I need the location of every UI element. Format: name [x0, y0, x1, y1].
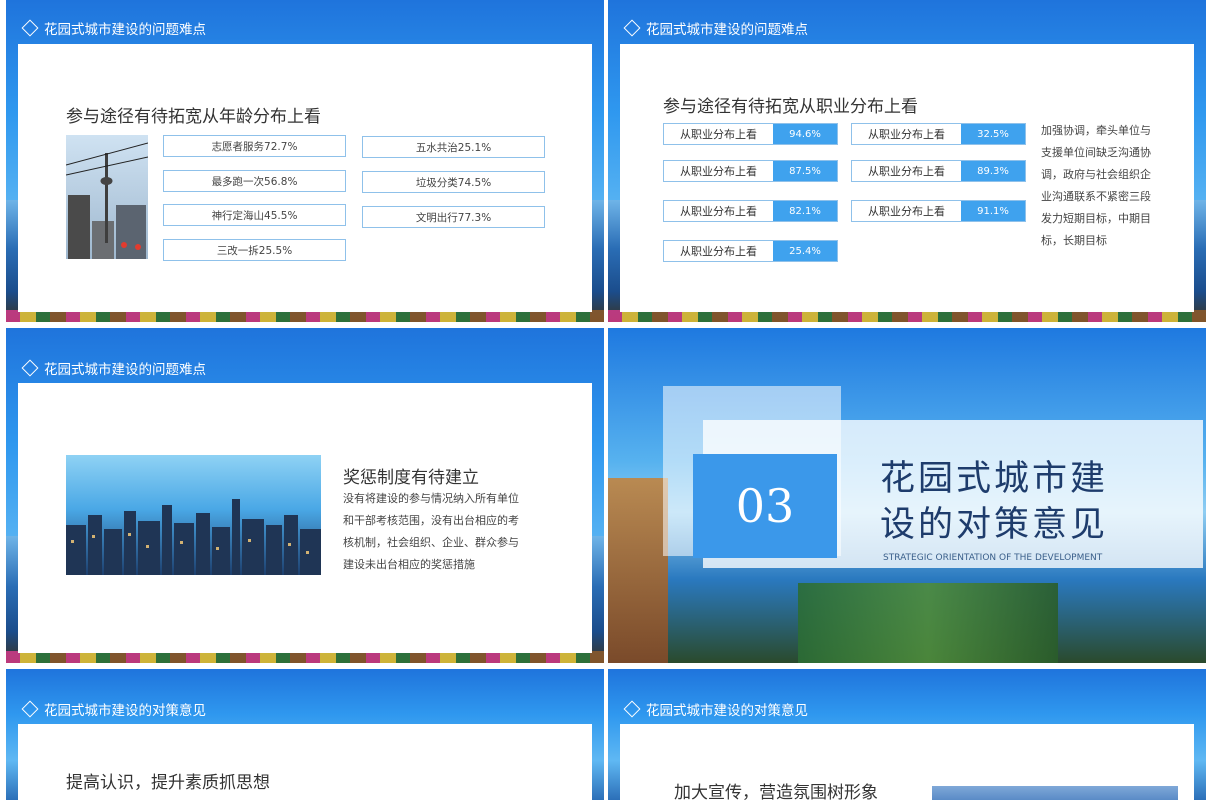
slide-heading: 提高认识，提升素质抓思想	[66, 773, 270, 793]
diamond-icon	[21, 359, 39, 377]
bar-label: 从职业分布上看	[868, 165, 945, 178]
age-item: 最多跑一次56.8%	[163, 170, 346, 192]
occupation-bar: 从职业分布上看 91.1%	[851, 200, 1026, 222]
bar-label: 从职业分布上看	[680, 165, 757, 178]
city-skyline-photo	[66, 455, 321, 575]
text-line: 调，政府与社会组织企	[1041, 168, 1151, 181]
side-description: 加强协调，牵头单位与 支援单位间缺乏沟通协 调，政府与社会组织企 业沟通联系不紧…	[1041, 120, 1165, 252]
slide-title-bar: 花园式城市建设的问题难点	[20, 356, 206, 380]
slide-6[interactable]: 花园式城市建设的对策意见 加大宣传，营造氛围树形象	[608, 669, 1206, 800]
age-item: 志愿者服务72.7%	[163, 135, 346, 157]
slide-3[interactable]: 花园式城市建设的问题难点 奖惩制度有待建立 没有将建设的参与情况纳入所有单位 和…	[6, 328, 604, 663]
slide-heading: 参与途径有待拓宽从职业分布上看	[663, 97, 918, 117]
diamond-icon	[21, 700, 39, 718]
slide-heading: 加大宣传，营造氛围树形象	[674, 783, 878, 800]
text-line: 业沟通联系不紧密三段	[1041, 190, 1151, 203]
city-tower-photo	[66, 135, 148, 259]
age-item: 三改一拆25.5%	[163, 239, 346, 261]
section-title: 花园式城市建设的问题难点	[44, 362, 206, 378]
slide-5[interactable]: 花园式城市建设的对策意见 提高认识，提升素质抓思想	[6, 669, 604, 800]
text-line: 发力短期目标，中期目	[1041, 212, 1151, 225]
bar-value: 25.4%	[773, 241, 837, 261]
slide-4[interactable]: 03 花园式城市建 设的对策意见 STRATEGIC ORIENTATION O…	[608, 328, 1206, 663]
bar-label: 从职业分布上看	[680, 128, 757, 141]
occupation-bar: 从职业分布上看 32.5%	[851, 123, 1026, 145]
occupation-bar: 从职业分布上看 25.4%	[663, 240, 838, 262]
text-line: 加强协调，牵头单位与	[1041, 124, 1151, 137]
section-title: 花园式城市建 设的对策意见	[880, 456, 1108, 548]
content-card: 加大宣传，营造氛围树形象	[620, 724, 1194, 800]
bar-value: 94.6%	[773, 124, 837, 144]
text-line: 支援单位间缺乏沟通协	[1041, 146, 1151, 159]
section-number: 03	[735, 479, 795, 533]
section-title: 花园式城市建设的问题难点	[44, 22, 206, 38]
content-card: 参与途径有待拓宽从年龄分布上看 志愿者服务72.7% 最多跑一次56.8% 神行…	[18, 44, 592, 312]
occupation-bar: 从职业分布上看 89.3%	[851, 160, 1026, 182]
bar-label: 从职业分布上看	[868, 128, 945, 141]
section-number-box: 03	[693, 454, 837, 558]
slide-title-bar: 花园式城市建设的对策意见	[20, 697, 206, 721]
title-line: 花园式城市建	[880, 459, 1109, 499]
bar-label: 从职业分布上看	[680, 245, 757, 258]
occupation-bar: 从职业分布上看 94.6%	[663, 123, 838, 145]
section-title: 花园式城市建设的对策意见	[646, 703, 808, 719]
building-left	[608, 478, 668, 663]
content-card: 奖惩制度有待建立 没有将建设的参与情况纳入所有单位 和干部考核范围，没有出台相应…	[18, 383, 592, 653]
text-line: 建设未出台相应的奖惩措施	[343, 558, 475, 571]
occupation-bar: 从职业分布上看 87.5%	[663, 160, 838, 182]
bar-value: 87.5%	[773, 161, 837, 181]
slide-title-bar: 花园式城市建设的问题难点	[20, 16, 206, 40]
bar-value: 82.1%	[773, 201, 837, 221]
diamond-icon	[623, 700, 641, 718]
text-line: 标，长期目标	[1041, 234, 1107, 247]
slide-title-bar: 花园式城市建设的问题难点	[622, 16, 808, 40]
title-line: 设的对策意见	[880, 505, 1109, 545]
slide-2[interactable]: 花园式城市建设的问题难点 参与途径有待拓宽从职业分布上看 从职业分布上看 94.…	[608, 0, 1206, 322]
bar-value: 91.1%	[961, 201, 1025, 221]
bar-label: 从职业分布上看	[868, 205, 945, 218]
diamond-icon	[623, 19, 641, 37]
bar-value: 32.5%	[961, 124, 1025, 144]
slide-heading: 参与途径有待拓宽从年龄分布上看	[66, 107, 321, 127]
content-card: 参与途径有待拓宽从职业分布上看 从职业分布上看 94.6% 从职业分布上看 32…	[620, 44, 1194, 312]
age-item: 文明出行77.3%	[362, 206, 545, 228]
section-title: 花园式城市建设的问题难点	[646, 22, 808, 38]
text-line: 核机制，社会组织、企业、群众参与	[343, 536, 519, 549]
slide-photo	[932, 786, 1178, 800]
age-item: 垃圾分类74.5%	[362, 171, 545, 193]
coast-greenery	[798, 583, 1058, 663]
text-line: 和干部考核范围，没有出台相应的考	[343, 514, 519, 527]
age-item: 神行定海山45.5%	[163, 204, 346, 226]
bar-label: 从职业分布上看	[680, 205, 757, 218]
age-item: 五水共治25.1%	[362, 136, 545, 158]
slide-1[interactable]: 花园式城市建设的问题难点 参与途径有待拓宽从年龄分布上看 志愿者服务72.7% …	[6, 0, 604, 322]
occupation-bar: 从职业分布上看 82.1%	[663, 200, 838, 222]
section-subtitle: STRATEGIC ORIENTATION OF THE DEVELOPMENT	[883, 553, 1103, 563]
bar-value: 89.3%	[961, 161, 1025, 181]
diamond-icon	[21, 19, 39, 37]
slide-title-bar: 花园式城市建设的对策意见	[622, 697, 808, 721]
section-title: 花园式城市建设的对策意见	[44, 703, 206, 719]
text-line: 没有将建设的参与情况纳入所有单位	[343, 492, 519, 505]
slide-heading: 奖惩制度有待建立	[343, 468, 479, 488]
body-text: 没有将建设的参与情况纳入所有单位 和干部考核范围，没有出台相应的考 核机制，社会…	[343, 488, 519, 576]
content-card: 提高认识，提升素质抓思想	[18, 724, 592, 800]
